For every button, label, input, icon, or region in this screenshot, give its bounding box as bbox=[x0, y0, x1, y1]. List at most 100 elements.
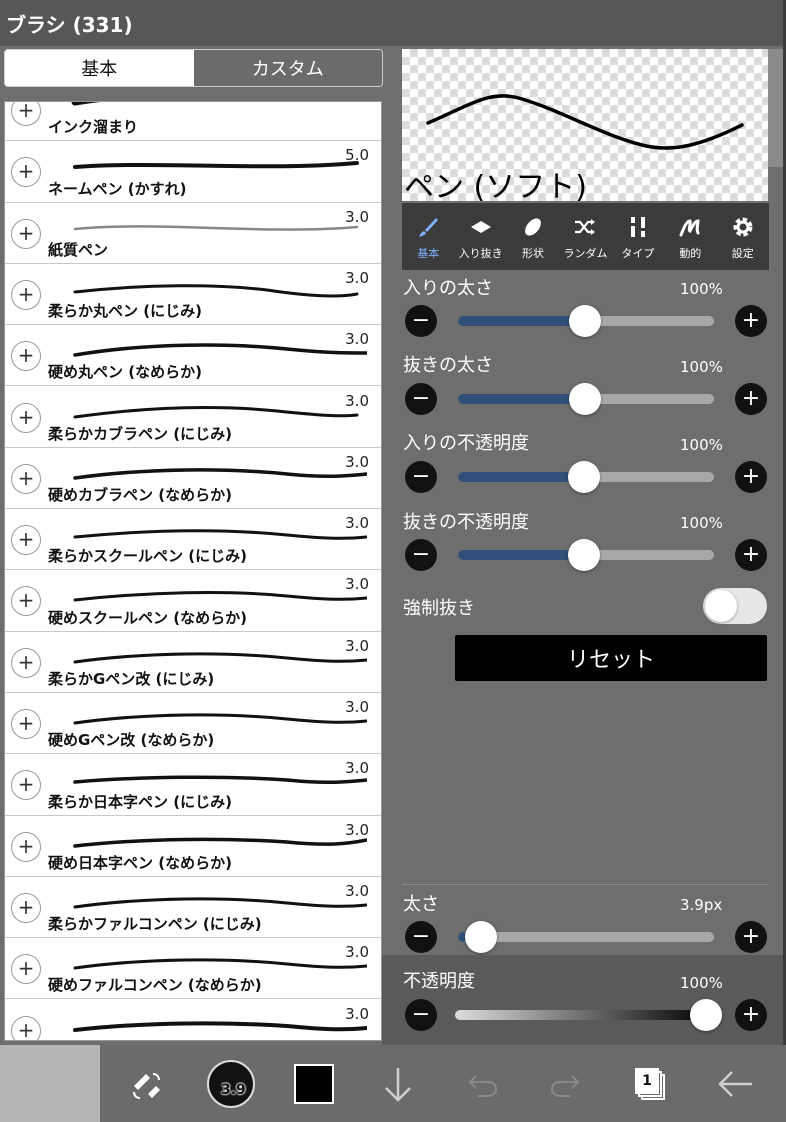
add-brush-button[interactable]: + bbox=[11, 218, 41, 249]
brush-list-item[interactable]: +3.0 紙質ペン bbox=[5, 203, 381, 264]
brush-stroke-preview bbox=[73, 775, 367, 785]
shuffle-icon bbox=[573, 213, 597, 241]
opacity-slider[interactable] bbox=[455, 1010, 711, 1020]
add-brush-button[interactable]: + bbox=[11, 892, 41, 923]
opacity-minus-button[interactable]: − bbox=[405, 999, 437, 1031]
start-thickness-plus-button[interactable]: + bbox=[735, 305, 767, 337]
force-taper-label: 強制抜き bbox=[403, 598, 475, 619]
opacity-plus-button[interactable]: + bbox=[735, 999, 767, 1031]
start-opacity-plus-button[interactable]: + bbox=[735, 461, 767, 493]
toolbar-taper[interactable]: 入り抜き bbox=[454, 203, 506, 270]
brush-list-item[interactable]: +3.0 柔らかスクールペン (にじみ) bbox=[5, 509, 381, 571]
brush-list[interactable]: + インク溜まり +5.0 ネームペン (かすれ) +3.0 紙質ペン +3.0 柔らか丸ペン… bbox=[4, 101, 382, 1041]
end-opacity-plus-button[interactable]: + bbox=[735, 539, 767, 571]
shape-icon bbox=[521, 213, 545, 241]
brush-name: 硬めGペン改 (なめらか) bbox=[48, 731, 215, 750]
brush-settings-toolbar: 基本 入り抜き 形状 ランダム タイプ 動的 設定 bbox=[402, 203, 769, 270]
add-brush-button[interactable]: + bbox=[11, 102, 41, 126]
end-thickness-label: 抜きの太さ bbox=[403, 355, 493, 376]
brush-name: 柔らかGペン改 (にじみ) bbox=[48, 669, 215, 688]
toolbar-dynamic[interactable]: 動的 bbox=[664, 203, 716, 270]
size-knob[interactable] bbox=[465, 921, 497, 953]
brush-name: 硬め日本字ペン (なめらか) bbox=[48, 853, 232, 872]
redo-button[interactable] bbox=[546, 1058, 586, 1110]
add-brush-button[interactable]: + bbox=[11, 709, 41, 739]
add-brush-button[interactable]: + bbox=[11, 279, 41, 310]
brush-list-item[interactable]: +3.0 硬め丸ペン (なめらか) bbox=[5, 325, 381, 387]
tab-custom[interactable]: カスタム bbox=[193, 50, 382, 86]
force-taper-toggle[interactable] bbox=[703, 588, 767, 624]
layers-button[interactable]: 1 bbox=[630, 1058, 670, 1110]
brush-list-item[interactable]: +3.0 硬め日本字ペン (なめらか) bbox=[5, 816, 381, 877]
start-opacity-value: 100% bbox=[680, 436, 723, 454]
brush-list-item[interactable]: +3.0 柔らか日本字ペン (にじみ) bbox=[5, 754, 381, 816]
start-opacity-label: 入りの不透明度 bbox=[403, 433, 529, 454]
brush-size-value: 3.0 bbox=[345, 575, 369, 594]
end-opacity-minus-button[interactable]: − bbox=[405, 539, 437, 571]
undo-icon bbox=[468, 1075, 498, 1097]
start-opacity-minus-button[interactable]: − bbox=[405, 461, 437, 493]
brush-list-item[interactable]: +3.0 柔らかカブラペン (にじみ) bbox=[5, 387, 381, 448]
arrow-down-icon bbox=[385, 1068, 411, 1102]
brush-list-item[interactable]: +3.0 bbox=[5, 1000, 381, 1040]
add-brush-button[interactable]: + bbox=[11, 831, 41, 862]
add-brush-button[interactable]: + bbox=[11, 157, 41, 188]
brush-list-item[interactable]: +3.0 硬めファルコンペン (なめらか) bbox=[5, 938, 381, 1000]
brush-stroke-preview bbox=[73, 467, 367, 480]
toolbar-settings[interactable]: 設定 bbox=[717, 203, 769, 270]
toolbar-type[interactable]: タイプ bbox=[612, 203, 664, 270]
brush-list-item[interactable]: +3.0 柔らか丸ペン (にじみ) bbox=[5, 264, 381, 326]
brush-size-value: 3.0 bbox=[345, 820, 369, 839]
add-brush-button[interactable]: + bbox=[11, 586, 41, 617]
add-brush-button[interactable]: + bbox=[11, 341, 41, 372]
brush-list-item[interactable]: +3.0 柔らかファルコンペン (にじみ) bbox=[5, 877, 381, 939]
brush-list-item[interactable]: +3.0 硬めGペン改 (なめらか) bbox=[5, 693, 381, 755]
add-brush-button[interactable]: + bbox=[11, 954, 41, 985]
brush-stroke-preview bbox=[73, 224, 359, 231]
brush-list-item[interactable]: + インク溜まり bbox=[5, 102, 381, 142]
end-thickness-knob[interactable] bbox=[569, 383, 601, 415]
end-opacity-value: 100% bbox=[680, 514, 723, 532]
down-button[interactable] bbox=[378, 1058, 418, 1110]
brush-list-item[interactable]: +5.0 ネームペン (かすれ) bbox=[5, 141, 381, 203]
brush-name: 硬めスクールペン (なめらか) bbox=[48, 608, 247, 627]
end-thickness-minus-button[interactable]: − bbox=[405, 383, 437, 415]
preview-scrollbar[interactable] bbox=[768, 49, 783, 167]
color-button[interactable] bbox=[292, 1058, 336, 1110]
brush-list-item[interactable]: +3.0 硬めスクールペン (なめらか) bbox=[5, 570, 381, 632]
brush-list-item[interactable]: +3.0 硬めカブラペン (なめらか) bbox=[5, 448, 381, 510]
end-opacity-knob[interactable] bbox=[568, 539, 600, 571]
start-thickness-minus-button[interactable]: − bbox=[405, 305, 437, 337]
tab-basic[interactable]: 基本 bbox=[5, 50, 194, 86]
brush-size-value: 3.0 bbox=[345, 391, 369, 410]
start-thickness-knob[interactable] bbox=[569, 305, 601, 337]
brush-size-button[interactable]: 3.9 bbox=[205, 1058, 257, 1110]
end-thickness-plus-button[interactable]: + bbox=[735, 383, 767, 415]
pen-eraser-swap-button[interactable] bbox=[124, 1058, 168, 1110]
brush-size-value: 3.0 bbox=[345, 759, 369, 778]
add-brush-button[interactable]: + bbox=[11, 525, 41, 556]
layers-icon: 1 bbox=[633, 1066, 667, 1102]
add-brush-button[interactable]: + bbox=[11, 463, 41, 494]
add-brush-button[interactable]: + bbox=[11, 402, 41, 433]
brush-list-item[interactable]: +3.0 柔らかGペン改 (にじみ) bbox=[5, 632, 381, 693]
size-label: 太さ bbox=[403, 894, 439, 915]
toolbar-shape[interactable]: 形状 bbox=[507, 203, 559, 270]
add-brush-button[interactable]: + bbox=[11, 1015, 41, 1040]
size-minus-button[interactable]: − bbox=[405, 921, 437, 953]
back-button[interactable] bbox=[714, 1058, 758, 1110]
reset-button[interactable]: リセット bbox=[455, 635, 767, 681]
preview-brush-name: ペン (ソフト) bbox=[404, 170, 587, 205]
start-thickness-label: 入りの太さ bbox=[403, 278, 493, 299]
opacity-knob[interactable] bbox=[690, 999, 722, 1031]
brush-size-value: 3.0 bbox=[345, 1004, 369, 1023]
undo-button[interactable] bbox=[462, 1058, 502, 1110]
toolbar-basic[interactable]: 基本 bbox=[402, 203, 454, 270]
size-plus-button[interactable]: + bbox=[735, 921, 767, 953]
brush-size-badge: 3.9 bbox=[221, 1082, 246, 1098]
brush-name: インク溜まり bbox=[48, 118, 139, 137]
add-brush-button[interactable]: + bbox=[11, 770, 41, 801]
toolbar-random[interactable]: ランダム bbox=[559, 203, 611, 270]
add-brush-button[interactable]: + bbox=[11, 647, 41, 678]
start-opacity-knob[interactable] bbox=[568, 461, 600, 493]
